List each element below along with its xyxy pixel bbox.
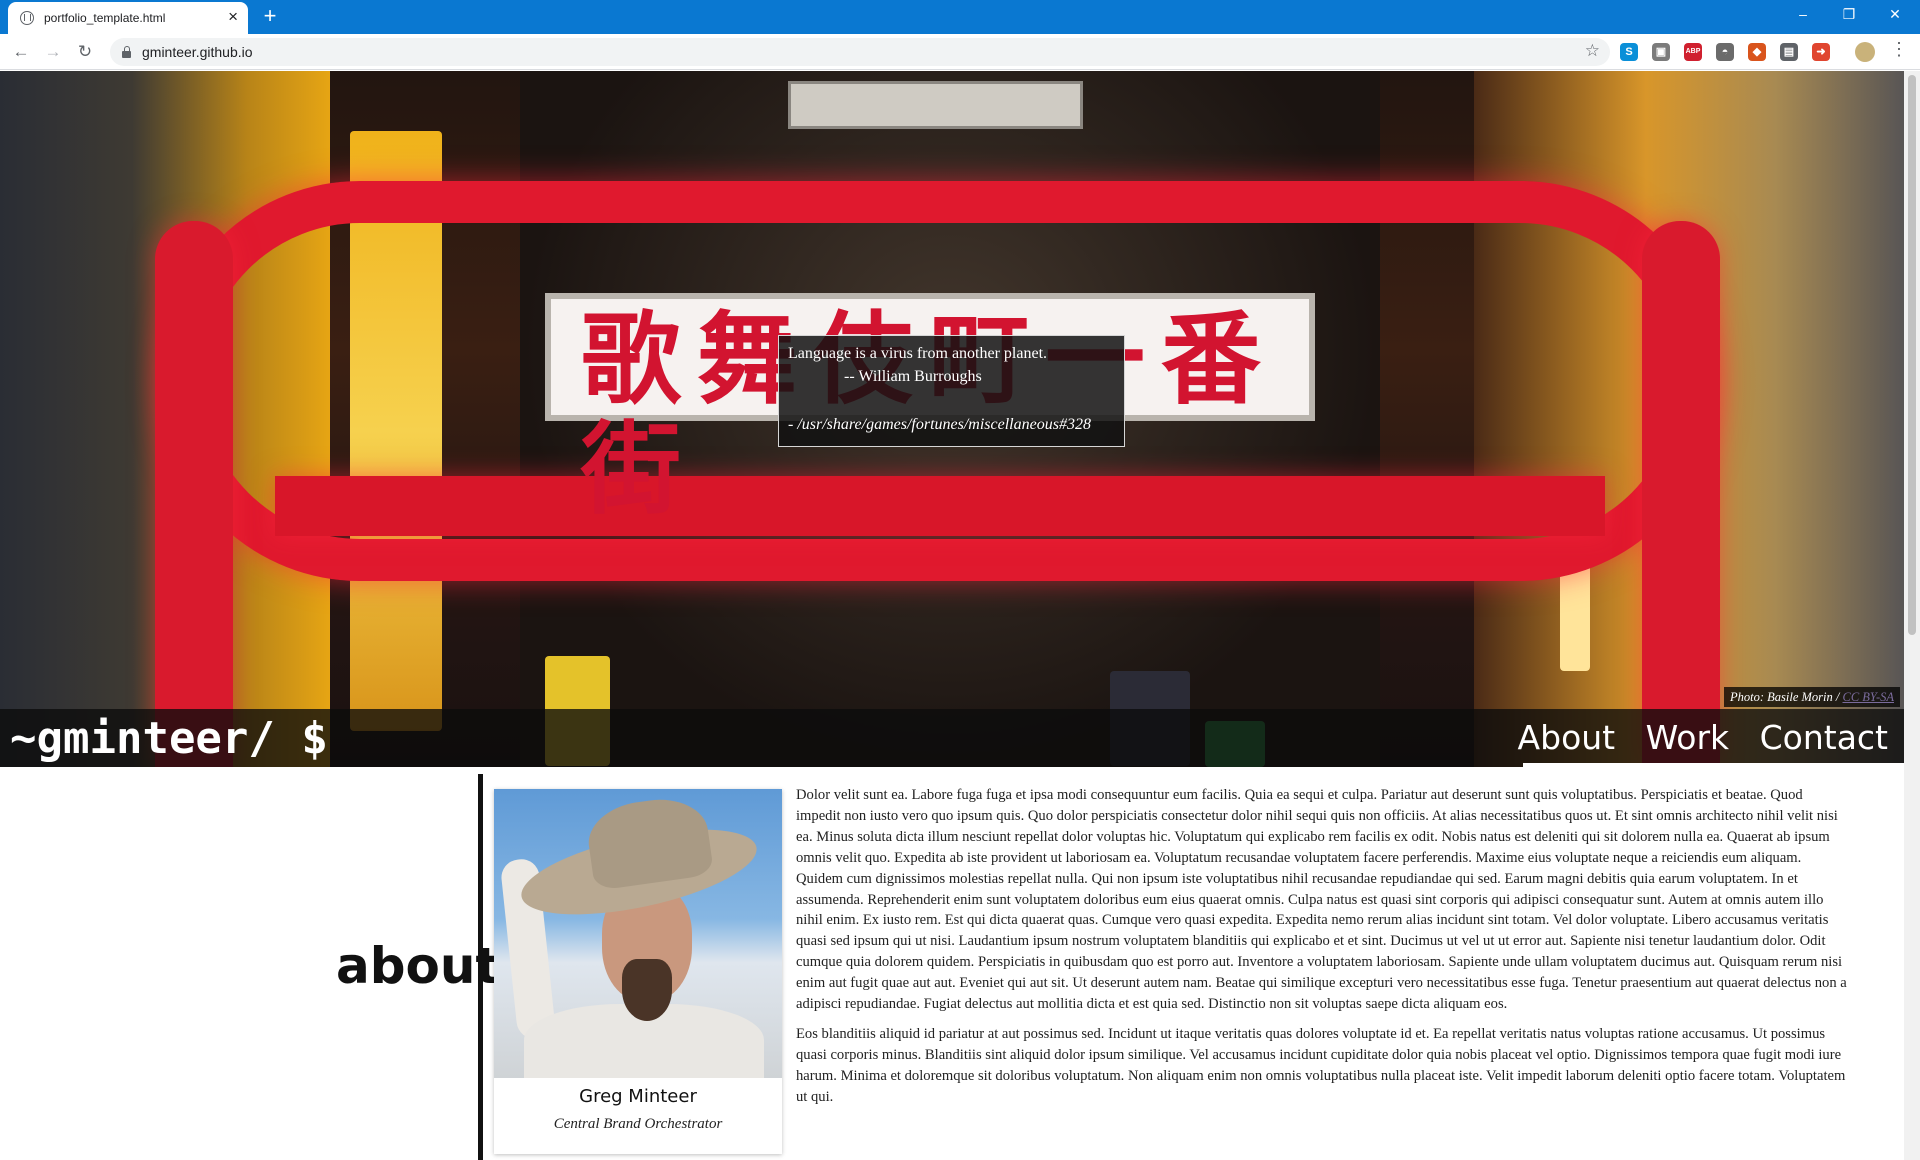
site-logo[interactable]: ~gminteer/ $ [10, 715, 328, 763]
photo-license-link[interactable]: CC BY-SA [1842, 690, 1894, 704]
nav-links: About Work Contact [1492, 716, 1888, 760]
page-viewport: 歌舞伎町一番街 Language is a virus from another… [0, 71, 1904, 1160]
restore-icon[interactable]: ❐ [1826, 0, 1872, 30]
new-tab-icon[interactable]: + [258, 4, 282, 28]
briefcase-extension-icon[interactable]: ▤ [1780, 43, 1798, 61]
active-tab[interactable]: portfolio_template.html × [8, 2, 248, 34]
bookmark-star-icon[interactable]: ☆ [1585, 41, 1600, 61]
bio-paragraph: Dolor velit sunt ea. Labore fuga fuga et… [796, 787, 1847, 1013]
quote-author: -- William Burroughs [844, 368, 982, 385]
reload-icon[interactable]: ↻ [73, 40, 97, 64]
nav-link-work[interactable]: Work [1646, 716, 1730, 760]
globe-icon [20, 11, 34, 25]
page-capture-extension-icon[interactable]: ▣ [1652, 43, 1670, 61]
photo-credit: Photo: Basile Morin / CC BY-SA [1723, 687, 1900, 707]
photo-credit-text: Photo: Basile Morin / [1729, 690, 1840, 704]
about-heading: about [336, 937, 500, 995]
forward-icon[interactable]: → [41, 40, 65, 64]
fortune-quote-box: Language is a virus from another planet.… [778, 335, 1125, 447]
tab-title: portfolio_template.html [44, 11, 166, 25]
lock-icon [122, 46, 131, 58]
tab-strip: portfolio_template.html × + – ❐ ✕ [0, 0, 1920, 34]
browser-toolbar: ← → ↻ gminteer.github.io ☆ S ▣ ABP ◓ ◆ ▤ ➜ ⋮ [0, 34, 1920, 70]
quote-source: - /usr/share/games/fortunes/miscellaneou… [788, 416, 1091, 433]
red-gate-pillar-right [1642, 221, 1720, 767]
menu-kebab-icon[interactable]: ⋮ [1890, 39, 1908, 60]
minimize-icon[interactable]: – [1780, 0, 1826, 30]
red-gate-pillar-left [155, 221, 233, 767]
nav-active-underline [1523, 763, 1904, 767]
back-icon[interactable]: ← [9, 40, 33, 64]
share-extension-icon[interactable]: ➜ [1812, 43, 1830, 61]
profile-photo [494, 789, 782, 1078]
page-scrollbar[interactable] [1904, 71, 1920, 1160]
coupon-extension-icon[interactable]: ◆ [1748, 43, 1766, 61]
incognito-extension-icon[interactable]: ◓ [1716, 43, 1734, 61]
quote-text: Language is a virus from another planet. [788, 345, 1048, 362]
close-tab-icon[interactable]: × [228, 8, 238, 26]
nav-link-contact[interactable]: Contact [1760, 716, 1888, 760]
profile-avatar[interactable] [1855, 42, 1875, 62]
profile-name: Greg Minteer [579, 1086, 697, 1107]
profile-card: Greg Minteer Central Brand Orchestrator [494, 789, 782, 1154]
site-nav-bar: ~gminteer/ $ About Work Contact [0, 709, 1904, 767]
skype-extension-icon[interactable]: S [1620, 43, 1638, 61]
bio-paragraph: Eos blanditiis aliquid id pariatur at au… [796, 1025, 1846, 1105]
address-bar[interactable]: gminteer.github.io ☆ [110, 38, 1610, 66]
close-window-icon[interactable]: ✕ [1872, 0, 1918, 30]
about-bio: Dolor velit sunt ea. Labore fuga fuga et… [796, 785, 1848, 1117]
url-text[interactable]: gminteer.github.io [142, 44, 253, 60]
hero-banner: 歌舞伎町一番街 Language is a virus from another… [0, 71, 1904, 767]
about-divider [478, 774, 483, 1160]
scrollbar-thumb[interactable] [1908, 75, 1916, 635]
rooftop-sign [788, 81, 1083, 129]
adblock-extension-icon[interactable]: ABP [1684, 43, 1702, 61]
nav-link-about[interactable]: About [1518, 716, 1616, 760]
profile-title: Central Brand Orchestrator [553, 1116, 723, 1132]
